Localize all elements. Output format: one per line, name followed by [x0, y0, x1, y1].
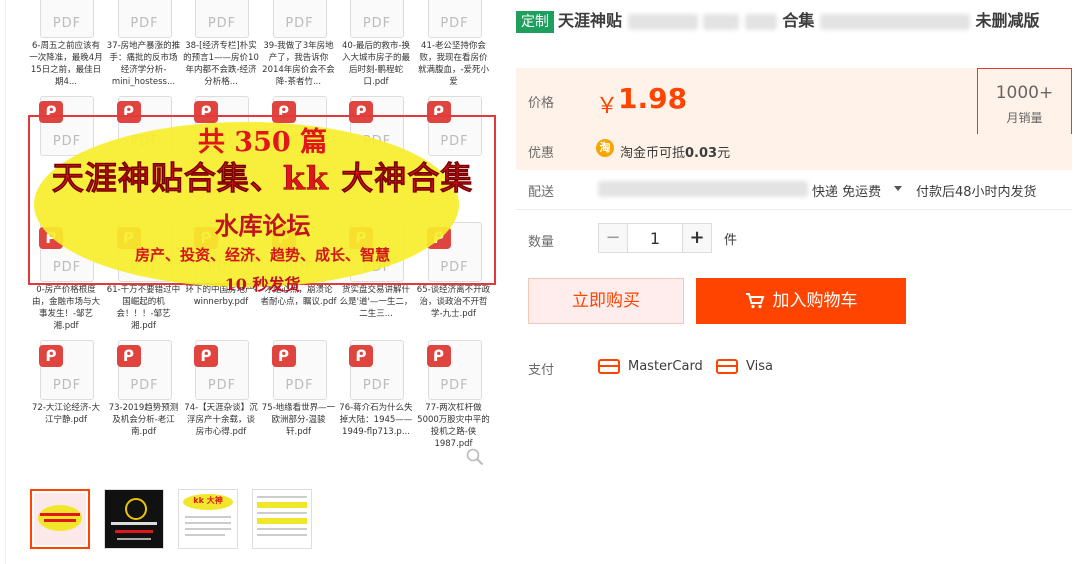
pdf-file-icon: ᑭPDF — [39, 340, 94, 400]
promo-text: 淘金币可抵0.03元 — [620, 146, 731, 161]
redacted-text — [819, 13, 970, 30]
pdf-file-icon: ᑭPDF — [117, 0, 172, 38]
pdf-file-icon: ᑭPDF — [271, 340, 327, 400]
pdf-file-icon: ᑭPDF — [195, 0, 249, 38]
quantity-unit: 件 — [724, 232, 738, 248]
quantity-increase-button[interactable]: + — [682, 223, 712, 253]
redacted-text — [627, 13, 698, 30]
pdf-filename: 37-房地产暴涨的推手：痛批的反市场经济学分析-mini_hostess... — [106, 41, 181, 87]
add-to-cart-button[interactable]: 加入购物车 — [696, 278, 906, 324]
pdf-tile: ᑭPDF38-[经济专栏]朴实的预言1——房价10年内都不会跌-经济分析格... — [183, 0, 261, 110]
product-info: 定制 天涯神贴 合集 未删减版 价格 ￥ 1.98 1000+ 月销量 优惠 淘 … — [516, 0, 1080, 564]
monthly-sales-count: 1000+ — [995, 83, 1054, 103]
quantity-stepper: − 1 + 件 — [598, 223, 737, 253]
price-label: 价格 — [528, 96, 555, 111]
thumbnail-1[interactable] — [30, 489, 90, 549]
thumbnail-strip: kk 大神 — [30, 489, 312, 549]
redacted-location — [598, 181, 808, 197]
pdf-file-icon: ᑭPDF — [272, 0, 327, 38]
redacted-text — [744, 13, 777, 30]
pdf-filename: 74-【天涯杂谈】沉浮房产十余载，谈房市心得.pdf — [184, 403, 258, 437]
product-gallery: ᑭPDF6-周五之前应该有一次降准，最晚4月15日之前，最佳日期4... ᑭPD… — [0, 0, 505, 564]
pdf-tile: ᑭPDF37-房地产暴涨的推手：痛批的反市场经济学分析-mini_hostess… — [106, 0, 184, 110]
pdf-tile: ᑭPDF41-老公坚持你会败，我现在看房价就满腹血，-爱死小爱 — [416, 0, 494, 110]
pdf-filename: 75-地缘看世界—一欧洲部分-温骏轩.pdf — [261, 403, 336, 437]
pdf-tile: ᑭPDF39-我做了3年房地产了，我告诉你2014年房价会不会降-茶者竹... — [261, 0, 339, 110]
banner-topics: 房产、投资、经济、趋势、成长、智慧 — [134, 246, 390, 264]
price-value: 1.98 — [618, 82, 688, 115]
pdf-filename: 41-老公坚持你会败，我现在看房价就满腹血，-爱死小爱 — [417, 41, 490, 87]
price-panel: 价格 ￥ 1.98 1000+ 月销量 — [516, 68, 1072, 141]
buy-now-button[interactable]: 立即购买 — [528, 278, 684, 324]
pdf-filename: 38-[经济专栏]朴实的预言1——房价10年内都不会跌-经济分析格... — [183, 41, 259, 87]
shipping-mode[interactable]: 快递 免运费 — [812, 181, 881, 200]
pdf-filename: 40-最后的救市-换入大城市房子的最后时刻-鹏程蛇口.pdf — [341, 41, 410, 87]
banner-headline: 天涯神贴合集、kk 大神合集 — [51, 159, 474, 198]
pdf-filename: 77-两次杠杆做5000万股灾中平的投机之路-侠1987.pdf — [417, 403, 490, 449]
credit-card-icon — [716, 359, 738, 374]
taobao-coin-icon: 淘 — [596, 139, 614, 157]
pdf-file-icon: ᑭPDF — [349, 340, 404, 400]
pdf-tile: ᑭ PDF 72-大江论经济-大江宁静.pdf — [28, 340, 106, 450]
pdf-file-icon: ᑭPDF — [194, 340, 249, 400]
chevron-down-icon[interactable] — [894, 186, 902, 191]
shipping-time: 付款后48小时内发货 — [916, 185, 1037, 200]
add-to-cart-label: 加入购物车 — [772, 291, 858, 311]
payment-label: 支付 — [528, 363, 555, 378]
banner-delivery: 10 秒发货 — [224, 275, 301, 294]
monthly-sales-box: 1000+ 月销量 — [977, 68, 1072, 141]
pdf-tile: ᑭPDF40-最后的救市-换入大城市房子的最后时刻-鹏程蛇口.pdf — [338, 0, 416, 110]
quantity-input[interactable]: 1 — [628, 223, 682, 253]
pdf-tile: ᑭ PDF 75-地缘看世界—一欧洲部分-温骏轩.pdf — [261, 340, 339, 450]
pdf-file-icon: ᑭPDF — [427, 0, 482, 38]
pdf-tile: ᑭPDF6-周五之前应该有一次降准，最晚4月15日之前，最佳日期4... — [28, 0, 106, 110]
redacted-text — [703, 13, 740, 30]
pdf-row-bottom: ᑭ PDF 72-大江论经济-大江宁静.pdf ᑭ PDF 73-2019趋势预测及机会… — [28, 340, 493, 450]
quantity-label: 数量 — [528, 235, 555, 250]
pdf-filename: 76-蒋介石为什么失掉大陆：1945——1949-flp713.p... — [339, 403, 413, 437]
pdf-tile: ᑭ PDF 76-蒋介石为什么失掉大陆：1945——1949-flp713.p... — [338, 340, 416, 450]
shipping-label: 配送 — [528, 185, 555, 200]
pdf-filename: 6-周五之前应该有一次降准，最晚4月15日之前，最佳日期4... — [29, 41, 103, 87]
banner-forum: 水库论坛 — [214, 211, 311, 240]
thumbnail-3[interactable]: kk 大神 — [178, 489, 238, 549]
zoom-icon[interactable] — [466, 448, 484, 466]
payment-mastercard: MasterCard — [598, 359, 703, 374]
pdf-row-top: ᑭPDF6-周五之前应该有一次降准，最晚4月15日之前，最佳日期4... ᑭPD… — [28, 0, 493, 110]
product-title: 定制 天涯神贴 合集 未删减版 — [516, 8, 1072, 34]
quantity-decrease-button[interactable]: − — [598, 223, 628, 253]
cart-icon — [745, 293, 764, 309]
credit-card-icon — [598, 359, 620, 374]
pdf-file-icon: ᑭPDF — [426, 340, 482, 400]
thumbnail-4[interactable] — [252, 489, 312, 549]
payment-visa: Visa — [716, 359, 773, 374]
pdf-filename: 39-我做了3年房地产了，我告诉你2014年房价会不会降-茶者竹... — [262, 41, 335, 87]
pdf-filename: 72-大江论经济-大江宁静.pdf — [32, 403, 100, 425]
pdf-file-icon: ᑭPDF — [40, 0, 94, 38]
custom-tag: 定制 — [516, 11, 554, 33]
thumbnail-2[interactable] — [104, 489, 164, 549]
pdf-tile: ᑭ PDF 77-两次杠杆做5000万股灾中平的投机之路-侠1987.pdf — [416, 340, 494, 450]
pdf-filename: 73-2019趋势预测及机会分析-老江南.pdf — [108, 403, 179, 437]
monthly-sales-label: 月销量 — [1006, 111, 1043, 125]
pdf-tile: ᑭ PDF 74-【天涯杂谈】沉浮房产十余载，谈房市心得.pdf — [183, 340, 261, 450]
divider — [516, 209, 1072, 210]
currency-symbol: ￥ — [596, 94, 619, 119]
pdf-tile: ᑭ PDF 73-2019趋势预测及机会分析-老江南.pdf — [106, 340, 184, 450]
promo-panel: 优惠 淘 淘金币可抵0.03元 — [516, 134, 1072, 170]
pdf-file-icon: ᑭPDF — [350, 0, 404, 38]
promo-label: 优惠 — [528, 146, 555, 161]
pdf-file-icon: ᑭPDF — [116, 340, 172, 400]
